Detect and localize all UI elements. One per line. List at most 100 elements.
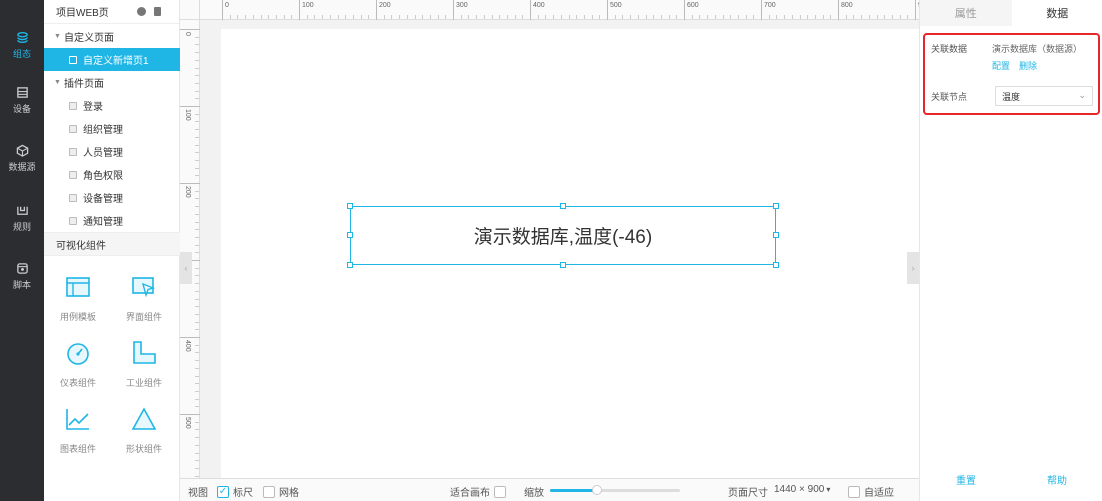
reset-button[interactable]: 重置 <box>956 472 976 487</box>
ruler-minor-tick <box>195 136 199 138</box>
ruler-minor-tick <box>483 15 485 19</box>
ruler-toggle[interactable]: ✓ 标尺 <box>217 484 253 499</box>
ruler-minor-tick <box>399 15 401 19</box>
ruler-minor-tick <box>776 15 778 19</box>
ruler-minor-tick <box>699 15 701 19</box>
ruler-minor-tick <box>195 59 199 61</box>
page-size-select[interactable]: 1440 × 900 ▾ <box>774 484 830 495</box>
ruler-tick: 100 <box>180 106 200 121</box>
resize-handle[interactable] <box>347 262 353 268</box>
add-icon[interactable] <box>137 7 146 16</box>
zoom-slider[interactable] <box>550 485 680 495</box>
grid-toggle[interactable]: 网格 <box>263 484 299 499</box>
ruler-tick-label: 400 <box>533 2 545 9</box>
resize-handle[interactable] <box>773 232 779 238</box>
tree-header: 项目WEB页 <box>44 0 179 24</box>
page-size-value: 1440 × 900 <box>774 484 825 495</box>
ruler-minor-tick <box>195 206 199 208</box>
ruler-minor-tick <box>306 15 308 19</box>
component-ui[interactable]: 界面组件 <box>112 274 176 334</box>
ruler-tick: 90 <box>915 0 926 20</box>
text-widget[interactable]: 演示数据库,温度(-46) <box>347 203 779 268</box>
component-shape[interactable]: 形状组件 <box>112 406 176 466</box>
assoc-node-value: 温度 <box>1002 91 1021 102</box>
ruler-tick: 700 <box>761 0 776 20</box>
zoom-text: 缩放 <box>524 488 544 499</box>
collapse-right-button[interactable]: › <box>907 252 919 284</box>
ruler-minor-tick <box>537 15 539 19</box>
delete-link[interactable]: 删除 <box>1019 59 1037 72</box>
config-link[interactable]: 配置 <box>992 59 1010 72</box>
help-button[interactable]: 帮助 <box>1047 472 1067 487</box>
ruler-minor-tick <box>195 444 199 446</box>
assoc-node-label: 关联节点 <box>931 92 968 102</box>
rail-item-datasource[interactable]: 数据源 <box>0 138 44 178</box>
component-industrial[interactable]: 工业组件 <box>112 340 176 400</box>
ruler-minor-tick <box>660 15 662 19</box>
ruler-tick: 0 <box>222 0 229 20</box>
resize-handle[interactable] <box>560 203 566 209</box>
view-text: 视图 <box>188 488 208 499</box>
rail-item-config[interactable]: 组态 <box>0 25 44 65</box>
ruler-tick-label: 800 <box>841 2 853 9</box>
zoom-slider-fill <box>550 489 597 492</box>
ruler-minor-tick <box>422 15 424 19</box>
design-page[interactable]: 演示数据库,温度(-46) <box>221 29 919 478</box>
component-template[interactable]: 用例模板 <box>46 274 110 334</box>
trash-icon[interactable] <box>154 7 161 16</box>
component-chart[interactable]: 图表组件 <box>46 406 110 466</box>
rail-item-device[interactable]: 设备 <box>0 80 44 120</box>
tree-group-custom[interactable]: ▼ 自定义页面 <box>44 25 180 48</box>
resize-handle[interactable] <box>347 232 353 238</box>
collapse-left-button[interactable]: ‹ <box>180 252 192 284</box>
resize-handle[interactable] <box>773 262 779 268</box>
ruler-minor-tick <box>195 460 199 462</box>
tree-item-notify[interactable]: 通知管理 <box>44 209 180 232</box>
ruler-minor-tick <box>899 15 901 19</box>
tree-item-login[interactable]: 登录 <box>44 94 180 117</box>
ruler-minor-tick <box>722 15 724 19</box>
tab-data[interactable]: 数据 <box>1011 0 1102 26</box>
ruler-tick-label: 300 <box>456 2 468 9</box>
ruler-toggle-label: 标尺 <box>233 488 253 499</box>
ruler-minor-tick <box>195 321 199 323</box>
ruler-minor-tick <box>414 15 416 19</box>
bottom-toolbar: 视图 ✓ 标尺 网格 适合画布 缩放 页面尺寸 1440 × 900 ▾ 自适应 <box>180 478 919 501</box>
component-label: 形状组件 <box>125 444 162 454</box>
tree-group-plugin[interactable]: ▼ 插件页面 <box>44 71 180 94</box>
fit-canvas-button[interactable]: 适合画布 <box>450 484 510 499</box>
rail-item-rule[interactable]: 规则 <box>0 198 44 238</box>
ruler-minor-tick <box>195 283 199 285</box>
resize-handle[interactable] <box>560 262 566 268</box>
tree-title: 项目WEB页 <box>56 8 109 19</box>
ruler-tick-label: 0 <box>184 32 191 36</box>
resize-handle[interactable] <box>773 203 779 209</box>
tree-item-custom-page-1[interactable]: 自定义新增页1 <box>44 48 180 71</box>
tree-item-roles[interactable]: 角色权限 <box>44 163 180 186</box>
ruler-tick-label: 400 <box>184 340 191 352</box>
ruler-minor-tick <box>195 113 199 115</box>
ruler-minor-tick <box>545 15 547 19</box>
rail-label: 组态 <box>12 48 31 59</box>
rail-item-script[interactable]: 脚本 <box>0 256 44 296</box>
ruler-minor-tick <box>368 15 370 19</box>
tree-item-org[interactable]: 组织管理 <box>44 117 180 140</box>
tree-item-people[interactable]: 人员管理 <box>44 140 180 163</box>
cursor-window-icon <box>132 277 156 298</box>
ruler-minor-tick <box>195 437 199 439</box>
ruler-minor-tick <box>195 144 199 146</box>
tab-properties[interactable]: 属性 <box>920 0 1012 26</box>
component-gauge[interactable]: 仪表组件 <box>46 340 110 400</box>
assoc-data-value: 演示数据库（数据源） <box>992 44 1083 54</box>
tree-item-devices[interactable]: 设备管理 <box>44 186 180 209</box>
adaptive-toggle[interactable]: 自适应 <box>848 484 894 499</box>
chevron-down-icon: ⌄ <box>1078 90 1086 100</box>
ruler-minor-tick <box>799 15 801 19</box>
resize-handle[interactable] <box>347 203 353 209</box>
page-icon <box>69 101 77 110</box>
ruler-minor-tick <box>591 15 593 19</box>
zoom-slider-knob[interactable] <box>591 485 602 495</box>
line-chart-icon <box>66 409 89 430</box>
assoc-node-select[interactable]: 温度 ⌄ <box>995 86 1093 106</box>
panel-tabs: 属性 数据 <box>920 0 1102 26</box>
